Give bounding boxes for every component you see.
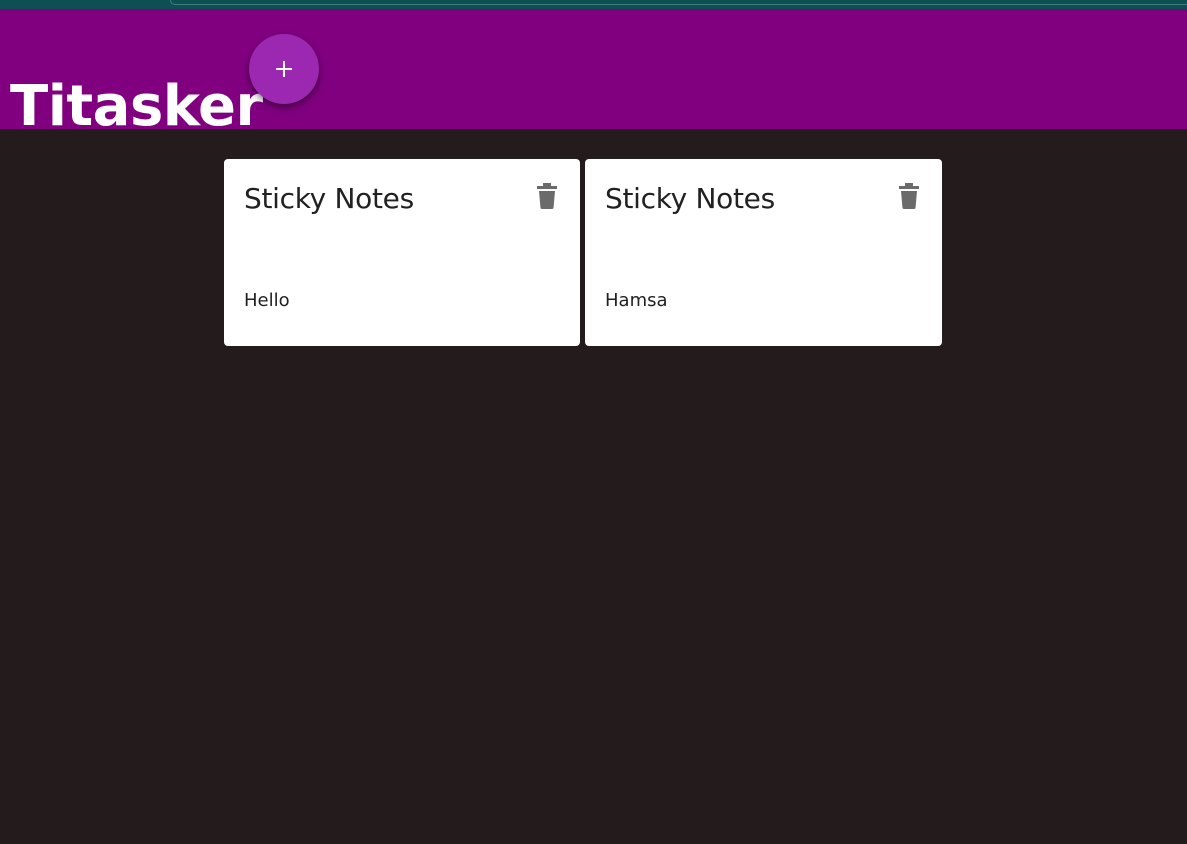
plus-icon [274,59,294,79]
browser-top-strip [0,0,1187,9]
notes-area: Sticky Notes Hello Sticky Notes Hamsa [0,129,1187,844]
note-card: Sticky Notes Hamsa [585,159,942,346]
trash-icon [898,182,920,214]
delete-note-button[interactable] [896,182,922,214]
note-title: Sticky Notes [605,182,775,215]
note-card: Sticky Notes Hello [224,159,580,346]
note-content: Hello [244,290,290,311]
delete-note-button[interactable] [534,182,560,214]
add-note-button[interactable] [249,34,319,104]
trash-icon [536,182,558,214]
app-bar: Titasker [0,9,1187,139]
note-title: Sticky Notes [244,182,414,215]
note-content: Hamsa [605,290,668,311]
browser-tab-edge [170,0,1187,5]
